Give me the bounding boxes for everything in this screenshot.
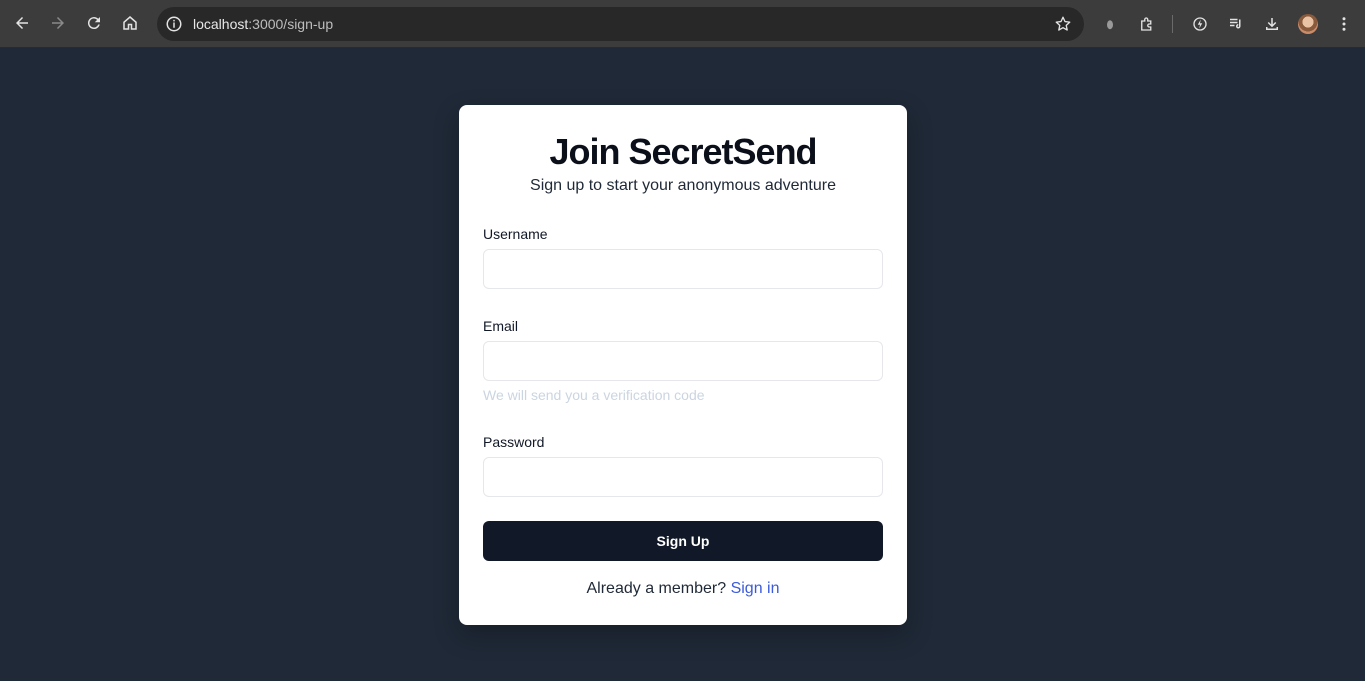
extension-indicator-icon[interactable] <box>1100 14 1120 34</box>
url-path: :3000/sign-up <box>248 16 334 32</box>
password-label: Password <box>483 434 545 450</box>
email-hint: We will send you a verification code <box>483 387 705 403</box>
toolbar-separator <box>1172 15 1173 33</box>
media-controls-icon[interactable] <box>1226 14 1246 34</box>
menu-icon[interactable] <box>1334 14 1354 34</box>
sign-in-link[interactable]: Sign in <box>731 580 780 597</box>
performance-icon[interactable] <box>1190 14 1210 34</box>
back-icon[interactable] <box>9 10 35 36</box>
signin-prompt: Already a member? Sign in <box>459 580 907 598</box>
forward-icon[interactable] <box>45 10 71 36</box>
site-info-icon[interactable] <box>165 15 183 33</box>
home-icon[interactable] <box>117 10 143 36</box>
page-subtitle: Sign up to start your anonymous adventur… <box>530 177 836 194</box>
profile-avatar[interactable] <box>1298 14 1318 34</box>
sign-up-button[interactable]: Sign Up <box>483 521 883 561</box>
extension-puzzle-icon[interactable] <box>1137 14 1157 34</box>
url-text[interactable]: localhost:3000/sign-up <box>193 16 333 32</box>
signup-card: Join SecretSend Sign up to start your an… <box>459 105 907 625</box>
bookmark-star-icon[interactable] <box>1054 15 1072 33</box>
address-bar[interactable]: localhost:3000/sign-up <box>157 7 1084 41</box>
url-host: localhost <box>193 16 249 32</box>
signin-prompt-text: Already a member? <box>586 580 731 597</box>
email-label: Email <box>483 318 519 334</box>
username-input[interactable] <box>483 249 883 289</box>
username-label: Username <box>483 226 548 242</box>
download-icon[interactable] <box>1262 14 1282 34</box>
email-input[interactable] <box>483 341 883 381</box>
reload-icon[interactable] <box>81 10 107 36</box>
browser-toolbar: localhost:3000/sign-up <box>0 0 1365 48</box>
page-title: Join SecretSend <box>549 131 817 172</box>
password-input[interactable] <box>483 457 883 497</box>
